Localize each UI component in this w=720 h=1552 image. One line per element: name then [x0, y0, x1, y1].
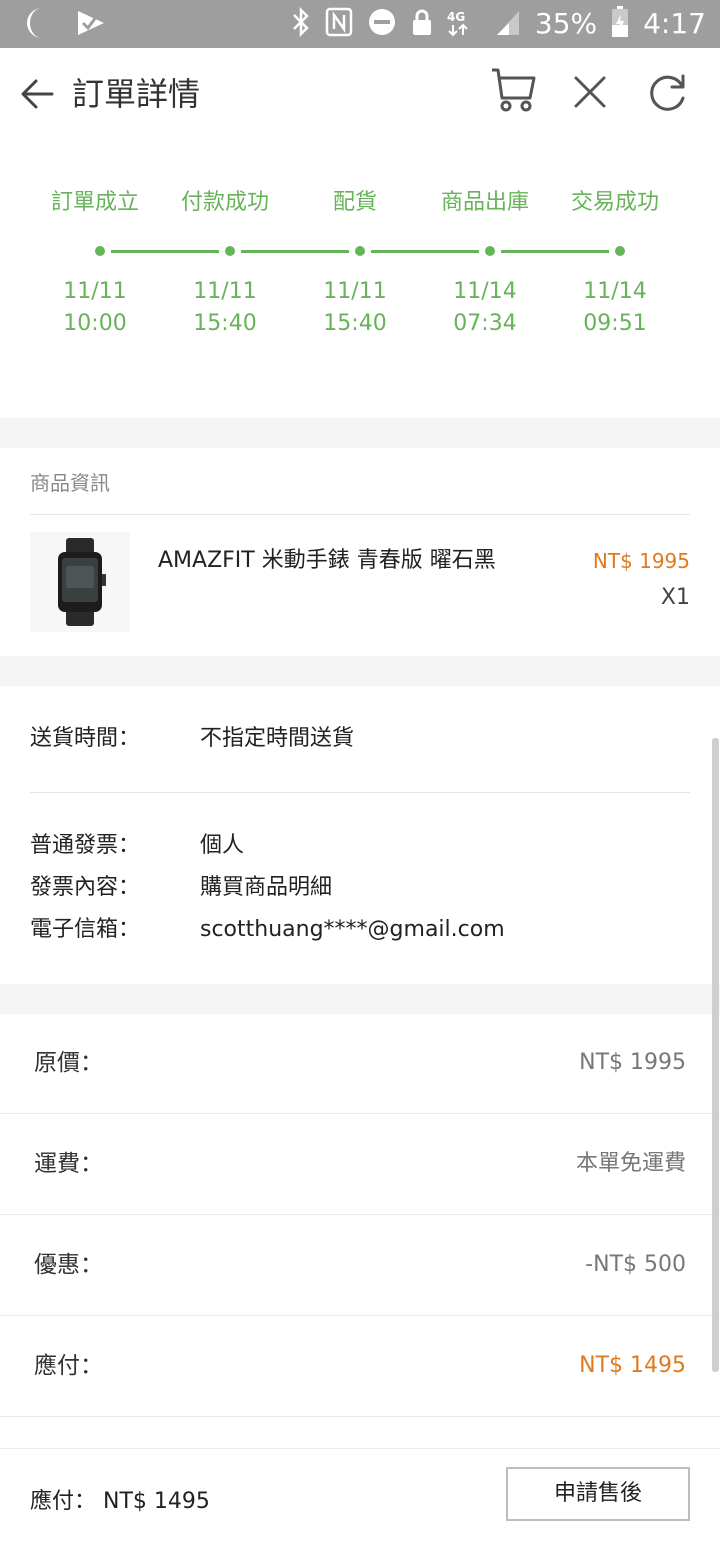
divider — [30, 514, 690, 515]
status-bar: 4G 35% 4:17 — [0, 0, 720, 48]
app-header: 訂單詳情 — [0, 48, 720, 144]
bottom-total: 應付： NT$ 1495 — [30, 1489, 210, 1514]
cart-icon[interactable] — [488, 64, 540, 116]
product-image[interactable] — [30, 532, 130, 632]
battery-icon — [611, 6, 629, 42]
close-icon[interactable] — [568, 70, 612, 114]
invoice-content-label: 發票內容： — [30, 875, 141, 900]
discount-value: -NT$ 500 — [585, 1252, 686, 1277]
moon-icon — [24, 6, 52, 44]
step-time: 09:51 — [583, 311, 647, 336]
invoice-type-label: 普通發票： — [30, 833, 141, 858]
svg-text:4G: 4G — [447, 10, 465, 24]
price-summary: 原價： NT$ 1995 運費： 本單免運費 優惠： -NT$ 500 應付： … — [0, 1014, 720, 1420]
section-gap — [0, 984, 720, 1014]
nfc-icon — [325, 7, 353, 41]
delivery-time-row: 送貨時間： 不指定時間送貨 — [30, 722, 690, 756]
page-title: 訂單詳情 — [72, 75, 201, 113]
battery-percent: 35% — [534, 7, 598, 40]
progress-line — [501, 250, 609, 253]
step-date: 11/14 — [583, 279, 647, 304]
divider — [30, 792, 690, 793]
step-date: 11/14 — [453, 279, 517, 304]
product-section: 商品資訊 AMAZFIT 米動手錶 青春版 曜石黑 NT$ 1995 X1 — [0, 448, 720, 656]
progress-dot — [485, 246, 495, 256]
step-label: 商品出庫 — [440, 190, 529, 215]
delivery-time-label: 送貨時間： — [30, 726, 141, 751]
scrollbar[interactable] — [712, 738, 719, 1372]
product-name[interactable]: AMAZFIT 米動手錶 青春版 曜石黑 — [158, 546, 496, 576]
progress-dot — [95, 246, 105, 256]
shipping-row: 運費： 本單免運費 — [0, 1115, 720, 1215]
delivery-invoice-section: 送貨時間： 不指定時間送貨 普通發票： 個人 發票內容： 購買商品明細 電子信箱… — [0, 686, 720, 984]
delivery-time-value: 不指定時間送貨 — [200, 726, 355, 751]
product-quantity: X1 — [660, 585, 690, 610]
back-arrow-icon[interactable] — [16, 72, 60, 116]
section-title: 商品資訊 — [30, 471, 110, 495]
dnd-icon — [367, 7, 397, 41]
progress-dot — [225, 246, 235, 256]
signal-icon — [495, 7, 521, 41]
bottom-bar: 應付： NT$ 1495 申請售後 — [0, 1448, 720, 1552]
step-time: 15:40 — [323, 311, 387, 336]
original-price-row: 原價： NT$ 1995 — [0, 1014, 720, 1114]
original-price-label: 原價： — [34, 1050, 103, 1076]
original-price-value: NT$ 1995 — [579, 1050, 686, 1075]
payable-value: NT$ 1495 — [579, 1353, 686, 1378]
email-label: 電子信箱： — [30, 917, 141, 942]
invoice-content-value: 購買商品明細 — [200, 875, 333, 900]
section-gap — [0, 656, 720, 686]
refresh-icon[interactable] — [644, 70, 690, 116]
discount-label: 優惠： — [34, 1252, 103, 1278]
after-sales-button[interactable]: 申請售後 — [506, 1467, 690, 1521]
step-date: 11/11 — [63, 279, 127, 304]
lock-icon — [411, 7, 433, 41]
step-date: 11/11 — [323, 279, 387, 304]
bluetooth-icon — [291, 6, 311, 42]
step-label: 交易成功 — [570, 190, 659, 215]
invoice-type-value: 個人 — [200, 833, 245, 858]
payable-label: 應付： — [34, 1353, 103, 1379]
step-label: 訂單成立 — [50, 190, 139, 215]
step-date: 11/11 — [193, 279, 257, 304]
check-flag-icon — [76, 8, 106, 42]
clock: 4:17 — [643, 7, 706, 40]
step-label: 配貨 — [332, 190, 377, 215]
progress-line — [241, 250, 349, 253]
invoice-type-row: 普通發票： 個人 — [30, 829, 690, 863]
progress-line — [371, 250, 479, 253]
invoice-content-row: 發票內容： 購買商品明細 — [30, 871, 690, 905]
email-value: scotthuang****@gmail.com — [200, 917, 505, 942]
shipping-value: 本單免運費 — [575, 1151, 686, 1176]
shipping-label: 運費： — [34, 1151, 103, 1177]
product-price: NT$ 1995 — [592, 549, 690, 573]
order-progress: 訂單成立 11/11 10:00 付款成功 11/11 15:40 配貨 11/… — [0, 144, 720, 418]
section-gap — [0, 418, 720, 448]
discount-row: 優惠： -NT$ 500 — [0, 1216, 720, 1316]
volte-icon: 4G — [447, 7, 481, 41]
step-time: 15:40 — [193, 311, 257, 336]
progress-dot — [615, 246, 625, 256]
step-label: 付款成功 — [180, 190, 269, 215]
payable-row: 應付： NT$ 1495 — [0, 1317, 720, 1417]
progress-line — [111, 250, 219, 253]
step-time: 07:34 — [453, 311, 517, 336]
step-time: 10:00 — [63, 311, 127, 336]
email-row: 電子信箱： scotthuang****@gmail.com — [30, 913, 690, 947]
progress-dot — [355, 246, 365, 256]
